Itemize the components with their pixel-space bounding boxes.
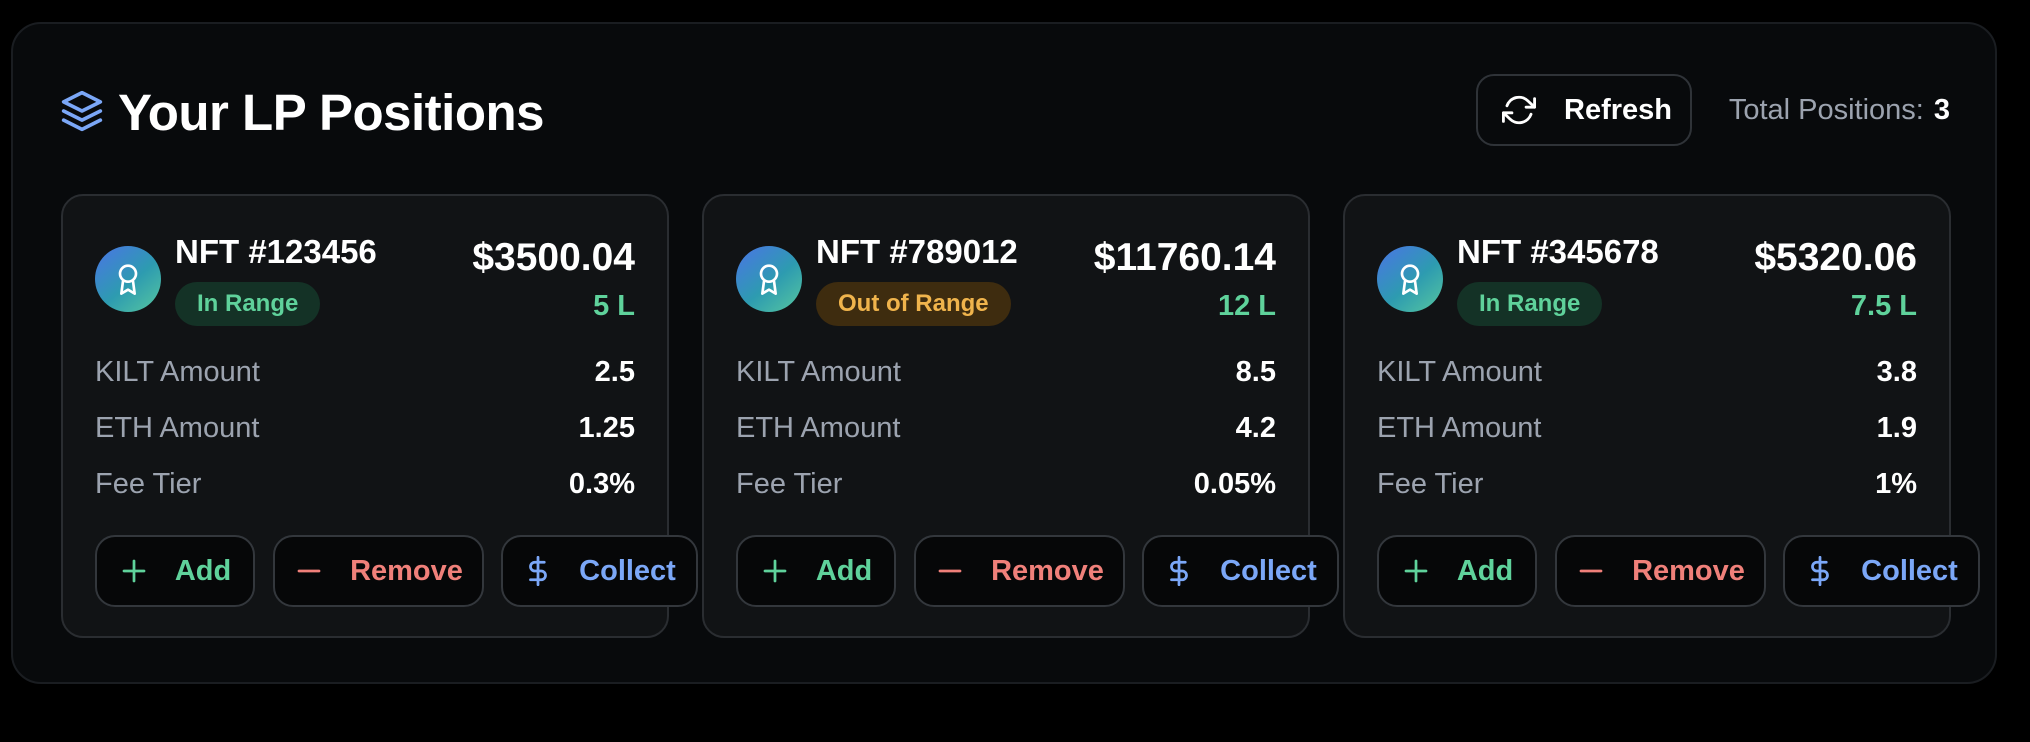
kilt-amount-row: KILT Amount 8.5 bbox=[736, 352, 1276, 392]
collect-label: Collect bbox=[1861, 554, 1958, 587]
kilt-amount-label: KILT Amount bbox=[736, 355, 901, 388]
award-icon bbox=[759, 264, 779, 295]
status-badge: In Range bbox=[1457, 282, 1603, 326]
eth-amount-value: 1.9 bbox=[1876, 411, 1917, 444]
position-liquidity: 12 L bbox=[1217, 290, 1276, 322]
dollar-icon bbox=[1811, 556, 1830, 586]
add-liquidity-button[interactable]: Add bbox=[95, 535, 255, 607]
collect-fees-button[interactable]: Collect bbox=[501, 535, 698, 607]
total-positions-value: 3 bbox=[1933, 94, 1950, 126]
minus-icon bbox=[1579, 569, 1603, 573]
remove-liquidity-button[interactable]: Remove bbox=[273, 535, 484, 607]
kilt-amount-value: 2.5 bbox=[594, 355, 635, 388]
remove-label: Remove bbox=[1632, 554, 1745, 587]
eth-amount-label: ETH Amount bbox=[1377, 411, 1542, 444]
remove-label: Remove bbox=[350, 554, 463, 587]
eth-amount-row: ETH Amount 1.25 bbox=[95, 408, 635, 448]
layers-icon bbox=[61, 90, 103, 132]
plus-icon bbox=[763, 559, 787, 583]
fee-tier-label: Fee Tier bbox=[736, 467, 843, 500]
collect-label: Collect bbox=[1220, 554, 1317, 587]
kilt-amount-value: 3.8 bbox=[1876, 355, 1917, 388]
kilt-amount-label: KILT Amount bbox=[95, 355, 260, 388]
position-card: NFT #345678 In Range $5320.06 7.5 L KILT… bbox=[1343, 194, 1980, 638]
total-positions: Total Positions: 3 bbox=[1729, 92, 1950, 128]
refresh-icon bbox=[1502, 95, 1536, 125]
fee-tier-value: 0.05% bbox=[1193, 467, 1276, 500]
status-badge: Out of Range bbox=[816, 282, 1011, 326]
position-value: $5320.06 bbox=[1754, 236, 1917, 279]
kilt-amount-row: KILT Amount 3.8 bbox=[1377, 352, 1917, 392]
add-label: Add bbox=[815, 554, 873, 587]
remove-liquidity-button[interactable]: Remove bbox=[1555, 535, 1766, 607]
nft-id: NFT #345678 bbox=[1457, 233, 1659, 270]
fee-tier-label: Fee Tier bbox=[1377, 467, 1484, 500]
kilt-amount-label: KILT Amount bbox=[1377, 355, 1542, 388]
plus-icon bbox=[1404, 559, 1428, 583]
position-liquidity: 7.5 L bbox=[1850, 290, 1917, 322]
position-avatar bbox=[95, 246, 161, 312]
position-avatar bbox=[736, 246, 802, 312]
remove-liquidity-button[interactable]: Remove bbox=[914, 535, 1125, 607]
fee-tier-row: Fee Tier 0.3% bbox=[95, 464, 635, 504]
nft-id: NFT #123456 bbox=[175, 233, 377, 270]
position-card: NFT #123456 In Range $3500.04 5 L KILT A… bbox=[61, 194, 698, 638]
collect-fees-button[interactable]: Collect bbox=[1783, 535, 1980, 607]
award-icon bbox=[1400, 264, 1420, 295]
lp-positions-panel: Your LP Positions Refresh Total Position… bbox=[11, 22, 1997, 684]
fee-tier-row: Fee Tier 1% bbox=[1377, 464, 1917, 504]
eth-amount-label: ETH Amount bbox=[95, 411, 260, 444]
eth-amount-value: 4.2 bbox=[1235, 411, 1276, 444]
kilt-amount-value: 8.5 bbox=[1235, 355, 1276, 388]
kilt-amount-row: KILT Amount 2.5 bbox=[95, 352, 635, 392]
status-badge: In Range bbox=[175, 282, 321, 326]
fee-tier-value: 0.3% bbox=[568, 467, 635, 500]
add-label: Add bbox=[1456, 554, 1514, 587]
fee-tier-value: 1% bbox=[1875, 467, 1917, 500]
eth-amount-row: ETH Amount 4.2 bbox=[736, 408, 1276, 448]
eth-amount-row: ETH Amount 1.9 bbox=[1377, 408, 1917, 448]
position-liquidity: 5 L bbox=[593, 290, 635, 322]
eth-amount-value: 1.25 bbox=[578, 411, 635, 444]
dollar-icon bbox=[529, 556, 548, 586]
nft-id: NFT #789012 bbox=[816, 233, 1018, 270]
page-title: Your LP Positions bbox=[118, 84, 545, 141]
minus-icon bbox=[297, 569, 321, 573]
fee-tier-row: Fee Tier 0.05% bbox=[736, 464, 1276, 504]
add-liquidity-button[interactable]: Add bbox=[736, 535, 896, 607]
award-icon bbox=[118, 264, 138, 295]
position-avatar bbox=[1377, 246, 1443, 312]
add-liquidity-button[interactable]: Add bbox=[1377, 535, 1537, 607]
plus-icon bbox=[122, 559, 146, 583]
remove-label: Remove bbox=[991, 554, 1104, 587]
collect-label: Collect bbox=[579, 554, 676, 587]
dollar-icon bbox=[1170, 556, 1189, 586]
collect-fees-button[interactable]: Collect bbox=[1142, 535, 1339, 607]
refresh-button[interactable]: Refresh bbox=[1476, 74, 1692, 146]
add-label: Add bbox=[174, 554, 232, 587]
total-positions-label: Total Positions: bbox=[1728, 94, 1924, 126]
minus-icon bbox=[938, 569, 962, 573]
position-card: NFT #789012 Out of Range $11760.14 12 L … bbox=[702, 194, 1339, 638]
fee-tier-label: Fee Tier bbox=[95, 467, 202, 500]
position-value: $11760.14 bbox=[1093, 236, 1276, 279]
eth-amount-label: ETH Amount bbox=[736, 411, 901, 444]
position-value: $3500.04 bbox=[472, 236, 635, 279]
refresh-label: Refresh bbox=[1564, 93, 1672, 126]
